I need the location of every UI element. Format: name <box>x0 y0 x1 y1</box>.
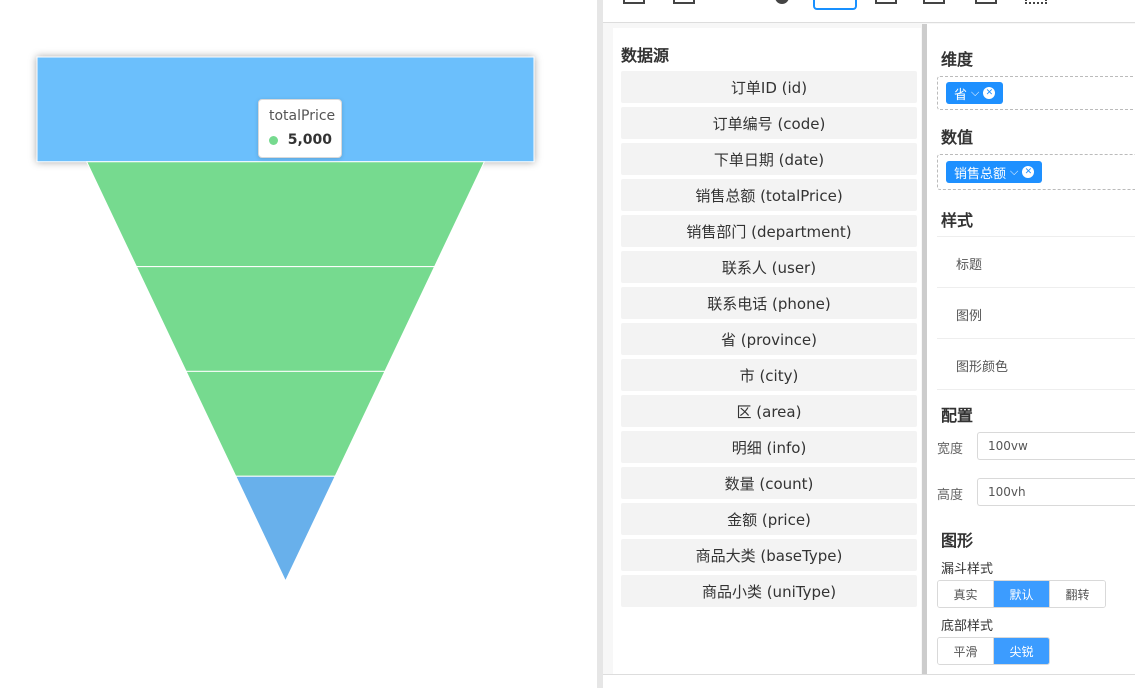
dimension-chip-label: 省 <box>954 87 968 103</box>
tooltip-title: totalPrice <box>269 108 336 124</box>
measure-drop-zone[interactable]: 销售总额 ⌵ ✕ <box>937 154 1135 190</box>
style-row-legend[interactable]: 图例 <box>937 287 1135 338</box>
field-item-totalprice[interactable]: 销售总额 (totalPrice) <box>621 179 917 211</box>
bottom-style-option-smooth[interactable]: 平滑 <box>938 638 994 664</box>
dimension-title: 维度 <box>941 50 974 69</box>
datasource-title: 数据源 <box>621 46 670 65</box>
link-icon[interactable] <box>923 0 945 4</box>
active-chart-tool-icon[interactable] <box>813 0 857 10</box>
funnel-style-option-default[interactable]: 默认 <box>994 581 1050 607</box>
bottom-style-selector: 平滑 尖锐 <box>937 637 1050 665</box>
chart-editor-panel: 数据源 订单ID (id) 订单编号 (code) 下单日期 (date) 销售… <box>603 0 1135 689</box>
copy-icon[interactable] <box>875 0 897 4</box>
funnel-segment-3[interactable] <box>135 266 436 372</box>
datasource-field-list: 订单ID (id) 订单编号 (code) 下单日期 (date) 销售总额 (… <box>621 71 917 611</box>
funnel-style-selector: 真实 默认 翻转 <box>937 580 1106 608</box>
field-item-date[interactable]: 下单日期 (date) <box>621 143 917 175</box>
tooltip-series-dot <box>269 136 278 145</box>
style-row-shape-color[interactable]: 图形颜色 <box>937 338 1135 390</box>
select-area-icon[interactable] <box>1025 0 1047 4</box>
funnel-segment-5[interactable] <box>235 475 336 583</box>
funnel-style-option-real[interactable]: 真实 <box>938 581 994 607</box>
layout-title: 配置 <box>941 406 974 425</box>
field-item-price[interactable]: 金额 (price) <box>621 503 917 535</box>
datasource-panel: 数据源 订单ID (id) 订单编号 (code) 下单日期 (date) 销售… <box>613 28 921 674</box>
chart-tooltip: totalPrice 5,000 <box>258 99 342 158</box>
field-item-basetype[interactable]: 商品大类 (baseType) <box>621 539 917 571</box>
style-row-title[interactable]: 标题 <box>937 236 1135 287</box>
field-item-phone[interactable]: 联系电话 (phone) <box>621 287 917 319</box>
field-item-area[interactable]: 区 (area) <box>621 395 917 427</box>
field-item-unitype[interactable]: 商品小类 (uniType) <box>621 575 917 607</box>
table-icon[interactable] <box>673 0 695 4</box>
field-item-user[interactable]: 联系人 (user) <box>621 251 917 283</box>
measure-title: 数值 <box>941 128 974 147</box>
remove-icon[interactable]: ✕ <box>1022 166 1035 178</box>
width-input[interactable]: 100vw <box>977 432 1135 460</box>
dimension-chip[interactable]: 省 ⌵ ✕ <box>946 82 1004 104</box>
width-label: 宽度 <box>937 442 964 457</box>
field-item-code[interactable]: 订单编号 (code) <box>621 107 917 139</box>
funnel-style-label: 漏斗样式 <box>941 562 994 577</box>
style-row-label: 标题 <box>956 258 983 273</box>
measure-chip-label: 销售总额 <box>954 166 1007 182</box>
funnel-segment-4[interactable] <box>185 370 386 477</box>
field-item-city[interactable]: 市 (city) <box>621 359 917 391</box>
config-panel: 维度 省 ⌵ ✕ 数值 销售总额 ⌵ ✕ 样式 标题 图例 图形颜色 配置 宽度… <box>927 24 1135 674</box>
image-icon[interactable] <box>975 0 997 4</box>
bottom-style-option-sharp[interactable]: 尖锐 <box>994 638 1049 664</box>
funnel-segment-2[interactable] <box>85 161 486 268</box>
style-row-label: 图形颜色 <box>956 360 1009 375</box>
menu-icon[interactable] <box>623 0 645 4</box>
field-item-info[interactable]: 明细 (info) <box>621 431 917 463</box>
measure-chip[interactable]: 销售总额 ⌵ ✕ <box>946 161 1043 183</box>
tooltip-value: 5,000 <box>287 132 332 148</box>
field-item-count[interactable]: 数量 (count) <box>621 467 917 499</box>
editor-footer <box>603 674 1135 689</box>
field-item-department[interactable]: 销售部门 (department) <box>621 215 917 247</box>
chart-preview: totalPrice 5,000 <box>0 0 597 688</box>
funnel-style-option-flip[interactable]: 翻转 <box>1050 581 1105 607</box>
style-row-label: 图例 <box>956 309 983 324</box>
field-item-province[interactable]: 省 (province) <box>621 323 917 355</box>
height-label: 高度 <box>937 488 964 503</box>
shape-title: 图形 <box>941 531 974 550</box>
dimension-drop-zone[interactable]: 省 ⌵ ✕ <box>937 76 1135 110</box>
editor-toolbar <box>603 0 1135 23</box>
field-item-id[interactable]: 订单ID (id) <box>621 71 917 103</box>
record-icon[interactable] <box>775 0 789 4</box>
chevron-down-icon[interactable]: ⌵ <box>971 86 979 100</box>
remove-icon[interactable]: ✕ <box>983 87 996 99</box>
style-title: 样式 <box>941 211 974 230</box>
chevron-down-icon[interactable]: ⌵ <box>1010 165 1018 179</box>
bottom-style-label: 底部样式 <box>941 619 994 634</box>
height-input[interactable]: 100vh <box>977 478 1135 506</box>
